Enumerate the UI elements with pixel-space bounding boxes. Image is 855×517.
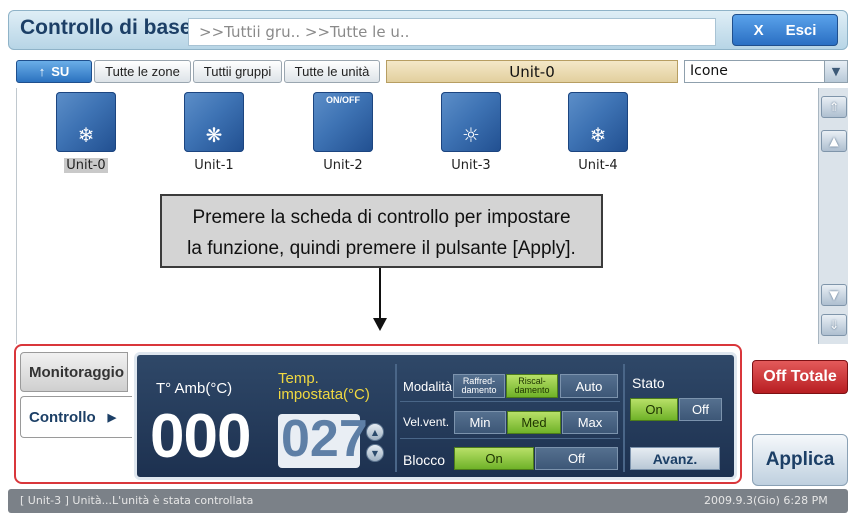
lock-off-button[interactable]: Off bbox=[535, 447, 618, 470]
lock-label: Blocco bbox=[403, 452, 446, 468]
arrow-down-icon: ▼ bbox=[829, 288, 839, 302]
unit-heating-icon: ☼ bbox=[441, 92, 501, 152]
tab-control[interactable]: Controllo ▶ bbox=[20, 396, 132, 438]
breadcrumb: >>Tuttii gru.. >>Tutte le u.. bbox=[188, 18, 716, 46]
callout-arrow bbox=[379, 268, 381, 324]
unit-item[interactable]: ❄ Unit-4 bbox=[558, 92, 638, 173]
tab-monitoring[interactable]: Monitoraggio bbox=[20, 352, 128, 392]
set-temp-label-line: Temp. bbox=[278, 370, 319, 387]
chevron-down-icon[interactable]: ▼ bbox=[824, 61, 847, 82]
callout-line: la funzione, quindi premere il pulsante … bbox=[187, 238, 576, 259]
unit-item[interactable]: ON/OFF Unit-2 bbox=[303, 92, 383, 173]
unit-item[interactable]: ☼ Unit-3 bbox=[431, 92, 511, 173]
mode-cooling-text: damento bbox=[461, 385, 497, 395]
temp-down-button[interactable]: ▼ bbox=[366, 444, 384, 462]
tab-control-label: Controllo bbox=[29, 408, 96, 426]
close-icon: X bbox=[753, 21, 764, 39]
fan-min-button[interactable]: Min bbox=[454, 411, 506, 434]
unit-label: Unit-0 bbox=[64, 158, 108, 173]
unit-label: Unit-1 bbox=[194, 158, 234, 173]
divider bbox=[395, 364, 397, 472]
fan-med-button[interactable]: Med bbox=[507, 411, 561, 434]
unit-label: Unit-4 bbox=[578, 158, 618, 173]
unit-label: Unit-3 bbox=[451, 158, 491, 173]
unit-item[interactable]: ❄ Unit-0 bbox=[46, 92, 126, 173]
view-mode-select[interactable]: Icone ▼ bbox=[684, 60, 848, 83]
status-timestamp: 2009.9.3(Gio) 6:28 PM bbox=[704, 494, 828, 507]
triangle-right-icon: ▶ bbox=[107, 411, 117, 424]
arrow-down-icon bbox=[373, 318, 387, 331]
fan-speed-label: Vel.vent. bbox=[403, 415, 450, 429]
set-temp-value: 027 bbox=[281, 410, 368, 468]
instruction-callout: Premere la scheda di controllo per impos… bbox=[160, 194, 603, 268]
up-label: SU bbox=[51, 64, 70, 79]
unit-label: Unit-2 bbox=[323, 158, 363, 173]
set-temp-label: Temp. impostata(°C) bbox=[278, 371, 370, 403]
arrow-up-icon: ↑ bbox=[38, 64, 46, 79]
unit-cooling-icon: ❄ bbox=[56, 92, 116, 152]
all-zones-button[interactable]: Tutte le zone bbox=[94, 60, 191, 83]
arrow-up-icon: ▲ bbox=[829, 134, 839, 148]
unit-onoff-icon: ON/OFF bbox=[313, 92, 373, 152]
lock-on-button[interactable]: On bbox=[454, 447, 534, 470]
exit-button[interactable]: X Esci bbox=[732, 14, 838, 46]
scroll-top-button[interactable]: ⇑ bbox=[821, 96, 847, 118]
state-label: Stato bbox=[632, 375, 665, 391]
double-down-icon: ⇓ bbox=[828, 318, 840, 332]
unit-cooling-icon: ❄ bbox=[568, 92, 628, 152]
unit-item[interactable]: ❋ Unit-1 bbox=[174, 92, 254, 173]
mode-auto-button[interactable]: Auto bbox=[560, 374, 618, 398]
state-on-button[interactable]: On bbox=[630, 398, 678, 421]
status-message: [ Unit-3 ] Unità...L'unità è stata contr… bbox=[20, 494, 254, 507]
set-temp-label-line: impostata(°C) bbox=[278, 386, 370, 403]
scroll-down-button[interactable]: ▼ bbox=[821, 284, 847, 306]
scroll-up-button[interactable]: ▲ bbox=[821, 130, 847, 152]
all-groups-button[interactable]: Tuttii gruppi bbox=[193, 60, 282, 83]
advanced-button[interactable]: Avanz. bbox=[630, 447, 720, 470]
double-up-icon: ⇑ bbox=[828, 100, 840, 114]
divider bbox=[400, 438, 620, 439]
up-button[interactable]: ↑ SU bbox=[16, 60, 92, 83]
divider bbox=[400, 401, 620, 402]
mode-heating-text: damento bbox=[514, 385, 550, 395]
divider bbox=[623, 364, 625, 472]
mode-cooling-button[interactable]: Raffred- damento bbox=[453, 374, 505, 398]
ambient-temp-value: 000 bbox=[150, 402, 251, 471]
callout-line: Premere la scheda di controllo per impos… bbox=[192, 207, 571, 228]
temp-up-button[interactable]: ▲ bbox=[366, 423, 384, 441]
all-units-button[interactable]: Tutte le unità bbox=[284, 60, 380, 83]
view-mode-value: Icone bbox=[690, 63, 728, 79]
mode-heating-button[interactable]: Riscal- damento bbox=[506, 374, 558, 398]
page-title: Controllo di base bbox=[20, 16, 192, 39]
fan-max-button[interactable]: Max bbox=[562, 411, 618, 434]
ambient-temp-label: T° Amb(°C) bbox=[156, 380, 233, 397]
mode-label: Modalità bbox=[403, 379, 453, 394]
off-total-button[interactable]: Off Totale bbox=[752, 360, 848, 394]
toolbar: ↑ SU Tutte le zone Tuttii gruppi Tutte l… bbox=[8, 56, 848, 88]
scrollbar[interactable]: ⇑ ▲ ▼ ⇓ bbox=[818, 88, 848, 344]
apply-button[interactable]: Applica bbox=[752, 434, 848, 486]
state-off-button[interactable]: Off bbox=[679, 398, 722, 421]
unit-fan-icon: ❋ bbox=[184, 92, 244, 152]
scroll-bottom-button[interactable]: ⇓ bbox=[821, 314, 847, 336]
selected-unit-display: Unit-0 bbox=[386, 60, 678, 83]
exit-label: Esci bbox=[785, 21, 817, 39]
